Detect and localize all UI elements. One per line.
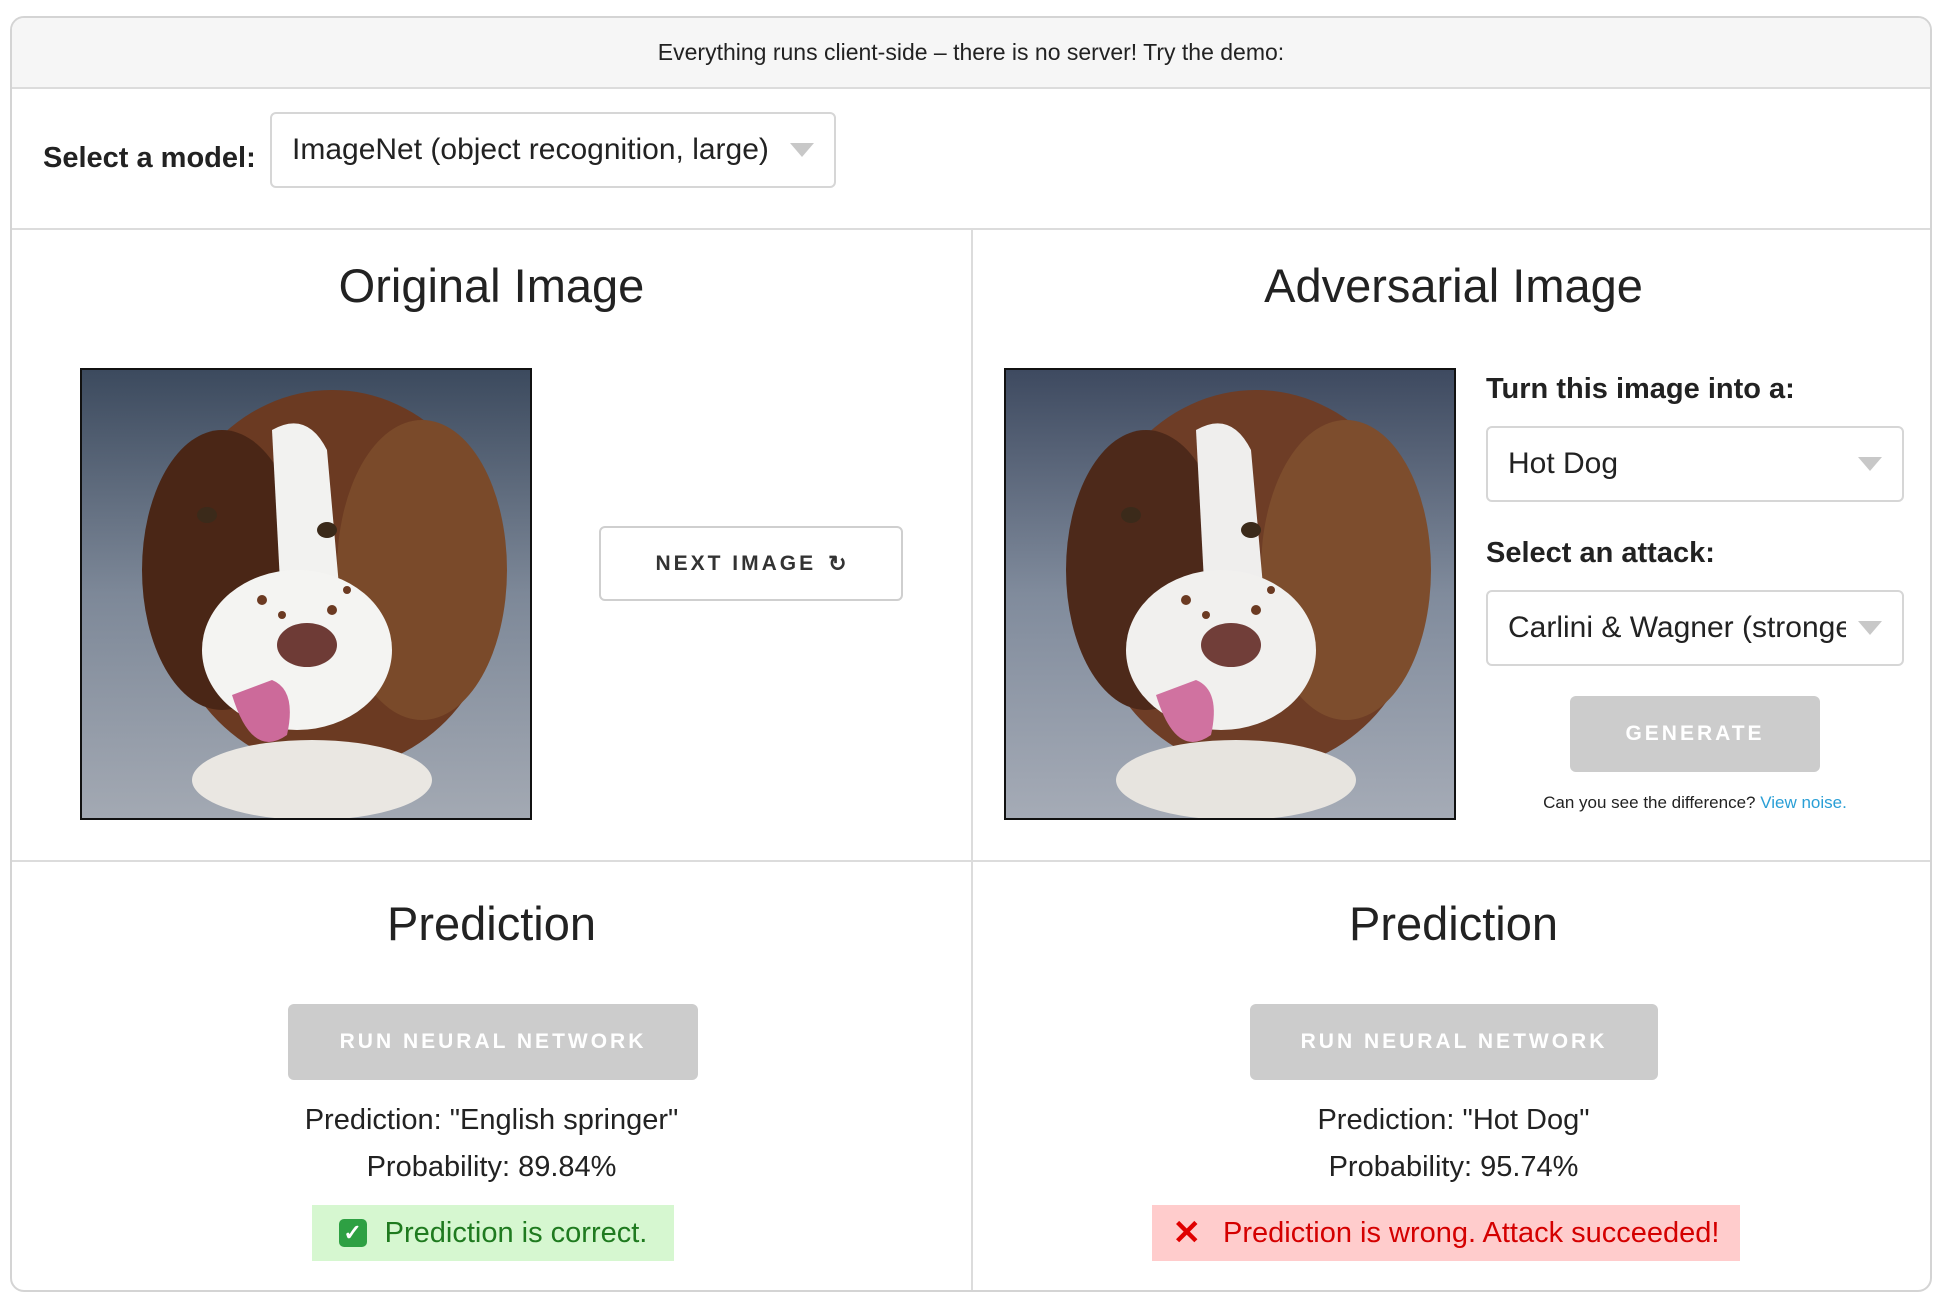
view-noise-link[interactable]: View noise. (1760, 793, 1847, 812)
model-select[interactable]: ImageNet (object recognition, large) (270, 112, 836, 188)
status-text-right: Prediction is wrong. Attack succeeded! (1223, 1216, 1720, 1249)
target-class-value: Hot Dog (1508, 447, 1619, 480)
attack-label: Select an attack: (1486, 537, 1715, 569)
attack-value: Carlini & Wagner (stronge (1508, 611, 1846, 644)
run-network-button-left[interactable]: RUN NEURAL NETWORK (288, 1004, 698, 1080)
prediction-text-right: Prediction: "Hot Dog" (1317, 1104, 1590, 1136)
check-icon: ✓ (338, 1219, 367, 1247)
refresh-icon: ↻ (828, 550, 847, 576)
chevron-down-icon (790, 143, 814, 157)
status-text-left: Prediction is correct. (384, 1216, 648, 1249)
demo-card: Everything runs client-side – there is n… (10, 16, 1932, 1292)
row-divider (12, 860, 1930, 862)
prediction-text-left: Prediction: "English springer" (304, 1104, 679, 1136)
adversarial-image-title: Adversarial Image (1264, 259, 1643, 312)
dog-photo-adversarial (1006, 370, 1454, 818)
chevron-down-icon (1858, 621, 1882, 635)
status-badge-right: ✕ Prediction is wrong. Attack succeeded! (1152, 1205, 1740, 1261)
info-banner: Everything runs client-side – there is n… (12, 18, 1930, 89)
run-network-label-left: RUN NEURAL NETWORK (339, 1030, 647, 1053)
target-class-label: Turn this image into a: (1486, 373, 1795, 405)
difference-text: Can you see the difference? (1543, 793, 1756, 812)
prediction-title-left: Prediction (387, 897, 596, 950)
run-network-label-right: RUN NEURAL NETWORK (1300, 1030, 1608, 1053)
prediction-title-right: Prediction (1349, 897, 1558, 950)
generate-label: GENERATE (1625, 722, 1765, 745)
difference-note: Can you see the difference? View noise. (1486, 793, 1904, 813)
banner-text: Everything runs client-side – there is n… (657, 39, 1285, 65)
dog-photo (82, 370, 530, 818)
x-icon: ✕ (1172, 1214, 1202, 1252)
model-label: Select a model: (43, 142, 256, 174)
probability-text-left: Probability: 89.84% (366, 1151, 617, 1183)
generate-button[interactable]: GENERATE (1570, 696, 1820, 772)
probability-text-right: Probability: 95.74% (1328, 1151, 1579, 1183)
target-class-select[interactable]: Hot Dog (1486, 426, 1904, 502)
status-badge-left: ✓ Prediction is correct. (312, 1205, 674, 1261)
model-select-value: ImageNet (object recognition, large) (292, 133, 769, 166)
adversarial-image (1004, 368, 1456, 820)
attack-select[interactable]: Carlini & Wagner (stronge (1486, 590, 1904, 666)
original-image (80, 368, 532, 820)
model-selector-row: Select a model: ImageNet (object recogni… (12, 89, 1930, 230)
next-image-button[interactable]: NEXT IMAGE ↻ (599, 526, 903, 601)
original-image-title: Original Image (338, 259, 645, 312)
run-network-button-right[interactable]: RUN NEURAL NETWORK (1250, 1004, 1658, 1080)
chevron-down-icon (1858, 457, 1882, 471)
next-image-label: NEXT IMAGE (655, 551, 817, 575)
